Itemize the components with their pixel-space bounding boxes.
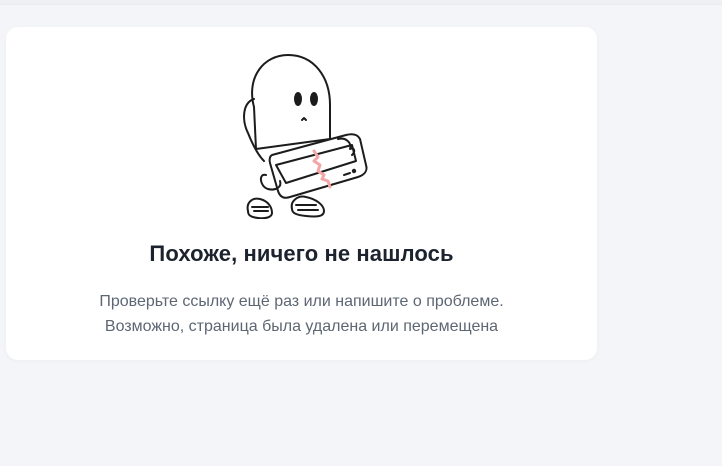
error-description: Проверьте ссылку ещё раз или напишите о …	[6, 289, 597, 339]
description-line-2: Возможно, страница была удалена или пере…	[104, 318, 499, 335]
description-line-1: Проверьте ссылку ещё раз или напишите о …	[99, 293, 504, 310]
sad-character-with-torn-tablet-icon	[243, 54, 368, 219]
top-header-strip	[0, 0, 722, 5]
error-card: Похоже, ничего не нашлось Проверьте ссыл…	[6, 27, 597, 360]
page-title: Похоже, ничего не нашлось	[149, 241, 454, 266]
